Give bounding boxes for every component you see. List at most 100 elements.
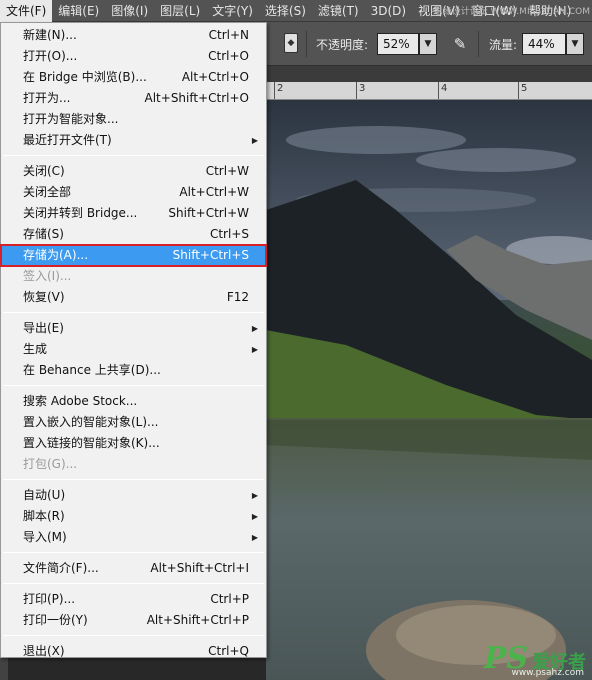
menu-item-shortcut: Ctrl+N: [208, 28, 249, 42]
menu-3d[interactable]: 3D(D): [365, 0, 412, 22]
menu-item-label: 自动(U): [23, 488, 66, 502]
menu-item-label: 生成: [23, 342, 48, 356]
menu-item-label: 新建(N)...: [23, 28, 77, 42]
menu-item-label: 关闭(C): [23, 164, 65, 178]
ruler-number: 3: [359, 83, 366, 94]
menu-divider: [3, 385, 264, 386]
divider: [306, 31, 307, 57]
menu-item-shortcut: F12: [226, 290, 249, 304]
menu-type[interactable]: 文字(Y): [206, 0, 259, 22]
menu-file[interactable]: 文件(F): [0, 0, 53, 22]
file-menu-item[interactable]: 打开为智能对象...: [1, 109, 266, 130]
menu-item-label: 导入(M): [23, 530, 67, 544]
submenu-arrow-icon: ▶: [251, 345, 258, 354]
file-menu-item[interactable]: 存储(S) Ctrl+S: [1, 224, 266, 245]
opacity-input[interactable]: 52%: [377, 33, 419, 55]
file-menu-item[interactable]: 导入(M) ▶: [1, 527, 266, 548]
menu-item-label: 打印(P)...: [23, 592, 76, 606]
document-canvas[interactable]: PS 爱好者 www.psahz.com: [266, 100, 592, 680]
file-menu-item[interactable]: 脚本(R) ▶: [1, 506, 266, 527]
menu-item-shortcut: Alt+Ctrl+O: [181, 70, 249, 84]
menu-item-label: 脚本(R): [23, 509, 65, 523]
menu-item-label: 关闭全部: [23, 185, 72, 199]
menu-filter[interactable]: 滤镜(T): [312, 0, 365, 22]
menu-item-label: 置入链接的智能对象(K)...: [23, 436, 160, 450]
opacity-dropdown-button[interactable]: ▼: [419, 33, 437, 55]
file-menu-item[interactable]: 关闭全部 Alt+Ctrl+W: [1, 182, 266, 203]
file-menu-item[interactable]: 在 Behance 上共享(D)...: [1, 360, 266, 381]
menu-item-label: 文件简介(F)...: [23, 561, 99, 575]
file-menu-item[interactable]: 在 Bridge 中浏览(B)... Alt+Ctrl+O: [1, 67, 266, 88]
menu-layer[interactable]: 图层(L): [154, 0, 206, 22]
menu-item-label: 搜索 Adobe Stock...: [23, 394, 138, 408]
file-menu-item[interactable]: 恢复(V) F12: [1, 287, 266, 308]
submenu-arrow-icon: ▶: [251, 491, 258, 500]
top-watermark: 思缘设计论坛 WWW.MISSYUAN.COM: [433, 7, 590, 17]
menu-divider: [3, 479, 264, 480]
ruler-number: 5: [521, 83, 528, 94]
menu-item-shortcut: Alt+Shift+Ctrl+P: [146, 613, 249, 627]
file-menu-item[interactable]: 打印(P)... Ctrl+P: [1, 589, 266, 610]
file-menu-item[interactable]: 打开为... Alt+Shift+Ctrl+O: [1, 88, 266, 109]
menu-item-label: 在 Bridge 中浏览(B)...: [23, 70, 147, 84]
menu-item-shortcut: Ctrl+P: [210, 592, 249, 606]
menu-divider: [3, 312, 264, 313]
menu-item-shortcut: Ctrl+Q: [208, 644, 249, 658]
menu-item-label: 打开为智能对象...: [23, 112, 119, 126]
mode-dropdown[interactable]: ◆: [284, 33, 298, 53]
menu-item-shortcut: Ctrl+O: [208, 49, 249, 63]
menu-item-shortcut: Alt+Shift+Ctrl+I: [150, 561, 249, 575]
ruler-number: 2: [277, 83, 284, 94]
file-menu-item[interactable]: 文件简介(F)... Alt+Shift+Ctrl+I: [1, 558, 266, 579]
menu-item-label: 恢复(V): [23, 290, 65, 304]
file-menu-item[interactable]: 最近打开文件(T) ▶: [1, 130, 266, 151]
menu-image[interactable]: 图像(I): [105, 0, 154, 22]
file-menu-item[interactable]: 搜索 Adobe Stock...: [1, 391, 266, 412]
document-tab-bar: [266, 66, 592, 82]
menu-select[interactable]: 选择(S): [259, 0, 312, 22]
menu-item-label: 打开为...: [23, 91, 71, 105]
file-menu-item: 打包(G)...: [1, 454, 266, 475]
airbrush-icon[interactable]: ✎: [449, 34, 471, 54]
file-menu-item[interactable]: 退出(X) Ctrl+Q: [1, 641, 266, 662]
file-menu-item[interactable]: 置入嵌入的智能对象(L)...: [1, 412, 266, 433]
file-menu-item[interactable]: 关闭并转到 Bridge... Shift+Ctrl+W: [1, 203, 266, 224]
menu-item-label: 退出(X): [23, 644, 65, 658]
menu-item-shortcut: Ctrl+W: [205, 164, 249, 178]
file-menu-item[interactable]: 置入链接的智能对象(K)...: [1, 433, 266, 454]
flow-input[interactable]: 44%: [522, 33, 566, 55]
file-menu-item[interactable]: 新建(N)... Ctrl+N: [1, 25, 266, 46]
menu-item-label: 最近打开文件(T): [23, 133, 112, 147]
menu-item-label: 存储为(A)...: [23, 248, 89, 262]
menu-item-label: 打开(O)...: [23, 49, 78, 63]
file-menu-item[interactable]: 导出(E) ▶: [1, 318, 266, 339]
menu-item-label: 置入嵌入的智能对象(L)...: [23, 415, 159, 429]
submenu-arrow-icon: ▶: [251, 533, 258, 542]
menu-divider: [3, 552, 264, 553]
menu-edit[interactable]: 编辑(E): [52, 0, 105, 22]
file-menu-item[interactable]: 生成 ▶: [1, 339, 266, 360]
submenu-arrow-icon: ▶: [251, 324, 258, 333]
submenu-arrow-icon: ▶: [251, 512, 258, 521]
menu-item-label: 打包(G)...: [23, 457, 78, 471]
menu-divider: [3, 583, 264, 584]
menu-item-label: 关闭并转到 Bridge...: [23, 206, 138, 220]
menu-item-label: 在 Behance 上共享(D)...: [23, 363, 161, 377]
menu-item-shortcut: Ctrl+S: [209, 227, 249, 241]
landscape-photo: [266, 100, 592, 680]
menu-divider: [3, 635, 264, 636]
file-menu-dropdown: 新建(N)... Ctrl+N 打开(O)... Ctrl+O 在 Bridge 中浏览…: [0, 22, 267, 658]
menu-item-shortcut: Shift+Ctrl+S: [172, 248, 249, 262]
menu-item-shortcut: Shift+Ctrl+W: [168, 206, 249, 220]
file-menu-item: 签入(I)...: [1, 266, 266, 287]
file-menu-item[interactable]: 自动(U) ▶: [1, 485, 266, 506]
flow-label: 流量:: [489, 38, 518, 52]
file-menu-item[interactable]: 关闭(C) Ctrl+W: [1, 161, 266, 182]
file-menu-item[interactable]: 打印一份(Y) Alt+Shift+Ctrl+P: [1, 610, 266, 631]
menu-item-label: 导出(E): [23, 321, 64, 335]
watermark-site: www.psahz.com: [511, 668, 584, 678]
horizontal-ruler[interactable]: 2 3 4 5: [266, 82, 592, 100]
flow-dropdown-button[interactable]: ▼: [566, 33, 584, 55]
file-menu-item[interactable]: 存储为(A)... Shift+Ctrl+S: [0, 244, 267, 267]
file-menu-item[interactable]: 打开(O)... Ctrl+O: [1, 46, 266, 67]
